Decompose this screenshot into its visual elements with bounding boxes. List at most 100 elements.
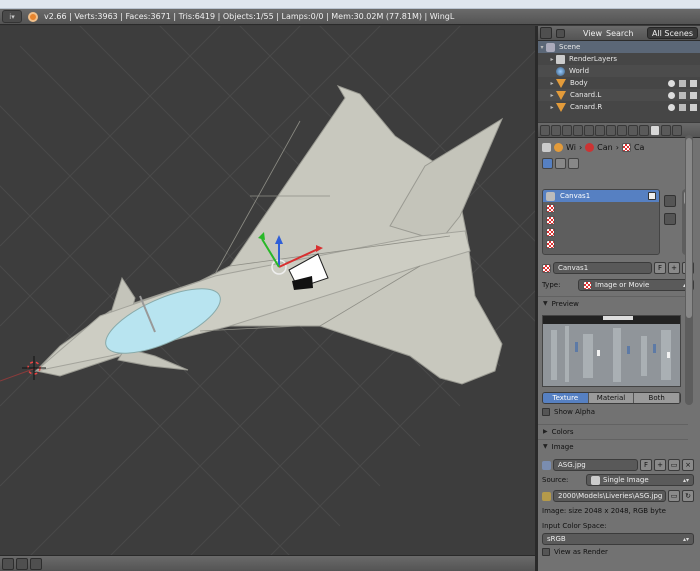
preview-tab-material[interactable]: Material [588,393,635,403]
brush-texture-context-button[interactable] [568,157,579,169]
outliner-item-body[interactable]: ▸ Body [538,77,700,89]
editor-type-button[interactable]: i▾ [2,10,22,23]
expand-icon[interactable]: ▸ [548,104,556,111]
tab-particles[interactable] [661,124,671,136]
tab-scene[interactable] [573,124,583,136]
color-space-label-row: Input Color Space: [542,522,607,530]
list-item[interactable] [543,202,659,214]
outliner-item-scene[interactable]: ▾ Scene [538,41,700,53]
pack-icon[interactable] [542,491,551,501]
type-select[interactable]: Image or Movie ▴▾ [578,279,694,291]
breadcrumb-sep-icon: › [578,142,583,152]
list-item[interactable] [543,238,659,250]
object-icon [556,78,566,88]
add-texture-icon[interactable]: + [668,262,680,274]
select-menu-button[interactable] [30,557,42,570]
preview-tab-texture[interactable]: Texture [543,393,589,403]
tab-data[interactable] [628,124,638,136]
panel-title: Preview [551,299,579,308]
tab-modifiers[interactable] [617,124,627,136]
tab-layers[interactable] [562,124,572,136]
3d-cursor-icon[interactable] [22,356,46,380]
view-menu-button[interactable] [16,557,28,570]
properties-scrollbar[interactable] [685,135,693,405]
texture-type-row: Type: Image or Movie ▴▾ [542,279,694,291]
3d-viewport[interactable] [0,26,535,555]
fake-user-button[interactable]: F [640,459,652,471]
select-arrow-icon[interactable] [679,103,686,111]
visibility-eye-icon[interactable] [668,91,675,99]
slot-icon [546,191,555,201]
outliner-collapse-icon[interactable] [556,28,565,38]
view-menu[interactable]: View [583,29,602,38]
outliner-editor-button[interactable] [540,27,552,39]
image-datablock-row: ASG.jpg F + ▭ × [542,458,694,472]
fake-user-button[interactable]: F [654,262,666,274]
viewport-canvas[interactable] [0,26,535,555]
open-folder-icon[interactable]: ▭ [668,459,680,471]
visibility-eye-icon[interactable] [668,79,675,87]
pin-icon[interactable] [542,142,551,152]
select-arrow-icon[interactable] [679,91,686,99]
tab-texture[interactable] [650,124,660,136]
source-row: Source: Single Image ▴▾ [542,474,694,486]
color-space-value: sRGB [547,534,566,543]
expand-icon[interactable]: ▾ [538,44,546,51]
preview-tab-both[interactable]: Both [634,393,680,403]
tab-constraints[interactable] [606,124,616,136]
outliner-item-canard-r[interactable]: ▸ Canard.R [538,101,700,113]
unlink-icon[interactable]: × [682,459,694,471]
image-info-text: Image: size 2048 x 2048, RGB byte [542,507,666,515]
move-down-button[interactable] [664,213,676,225]
source-select[interactable]: Single Image ▴▾ [586,474,694,486]
browse-folder-icon[interactable]: ▭ [668,490,680,502]
tab-editor-type[interactable] [540,124,550,136]
renderlayers-icon [556,54,565,64]
render-camera-icon[interactable] [690,103,697,111]
blender-logo-icon [28,11,38,22]
select-arrow-icon[interactable] [679,79,686,87]
display-mode-select[interactable]: All Scenes [646,27,698,39]
expand-icon[interactable]: ▸ [548,92,556,99]
search-menu[interactable]: Search [606,29,633,38]
breadcrumb: Wi › Can › Ca [538,138,700,156]
render-camera-icon[interactable] [690,79,697,87]
image-panel-header[interactable]: ▼ Image [538,439,688,453]
list-item[interactable] [543,214,659,226]
editor-type-button[interactable] [2,557,14,570]
move-up-button[interactable] [664,195,676,207]
tab-material[interactable] [639,124,649,136]
world-texture-context-button[interactable] [542,157,553,169]
visibility-eye-icon[interactable] [668,103,675,111]
type-value: Image or Movie [595,280,650,289]
filepath-field[interactable]: 2000\Models\Liveries\ASG.jpg [553,490,666,502]
outliner-item-renderlayers[interactable]: ▸ RenderLayers [538,53,700,65]
reload-icon[interactable]: ↻ [682,490,694,502]
render-camera-icon[interactable] [690,91,697,99]
view-as-render-checkbox[interactable] [542,548,550,556]
tab-physics[interactable] [672,124,682,136]
outliner-item-world[interactable]: World [538,65,700,77]
color-space-select[interactable]: sRGB ▴▾ [542,533,694,545]
outliner-item-canard-l[interactable]: ▸ Canard.L [538,89,700,101]
colors-panel-header[interactable]: ▶ Colors [538,424,688,438]
color-space-row: sRGB ▴▾ [542,533,694,545]
preview-panel-header[interactable]: ▼ Preview [538,296,688,310]
tab-world[interactable] [584,124,594,136]
expand-icon[interactable]: ▸ [548,80,556,87]
tab-object[interactable] [595,124,605,136]
slot-enabled-checkbox[interactable] [648,192,656,200]
list-item[interactable]: Canvas1 [543,190,659,202]
show-alpha-checkbox[interactable] [542,408,550,416]
tab-render[interactable] [551,124,561,136]
texture-name-field[interactable]: Canvas1 [553,262,652,274]
texture-slot-list[interactable]: Canvas1 [542,189,660,255]
material-texture-context-button[interactable] [555,157,566,169]
expand-icon[interactable]: ▸ [548,56,556,63]
texture-browse-icon[interactable] [542,263,551,273]
texture-icon [546,227,555,237]
list-item[interactable] [543,226,659,238]
image-name-field[interactable]: ASG.jpg [553,459,638,471]
image-browse-icon[interactable] [542,460,551,470]
add-image-icon[interactable]: + [654,459,666,471]
